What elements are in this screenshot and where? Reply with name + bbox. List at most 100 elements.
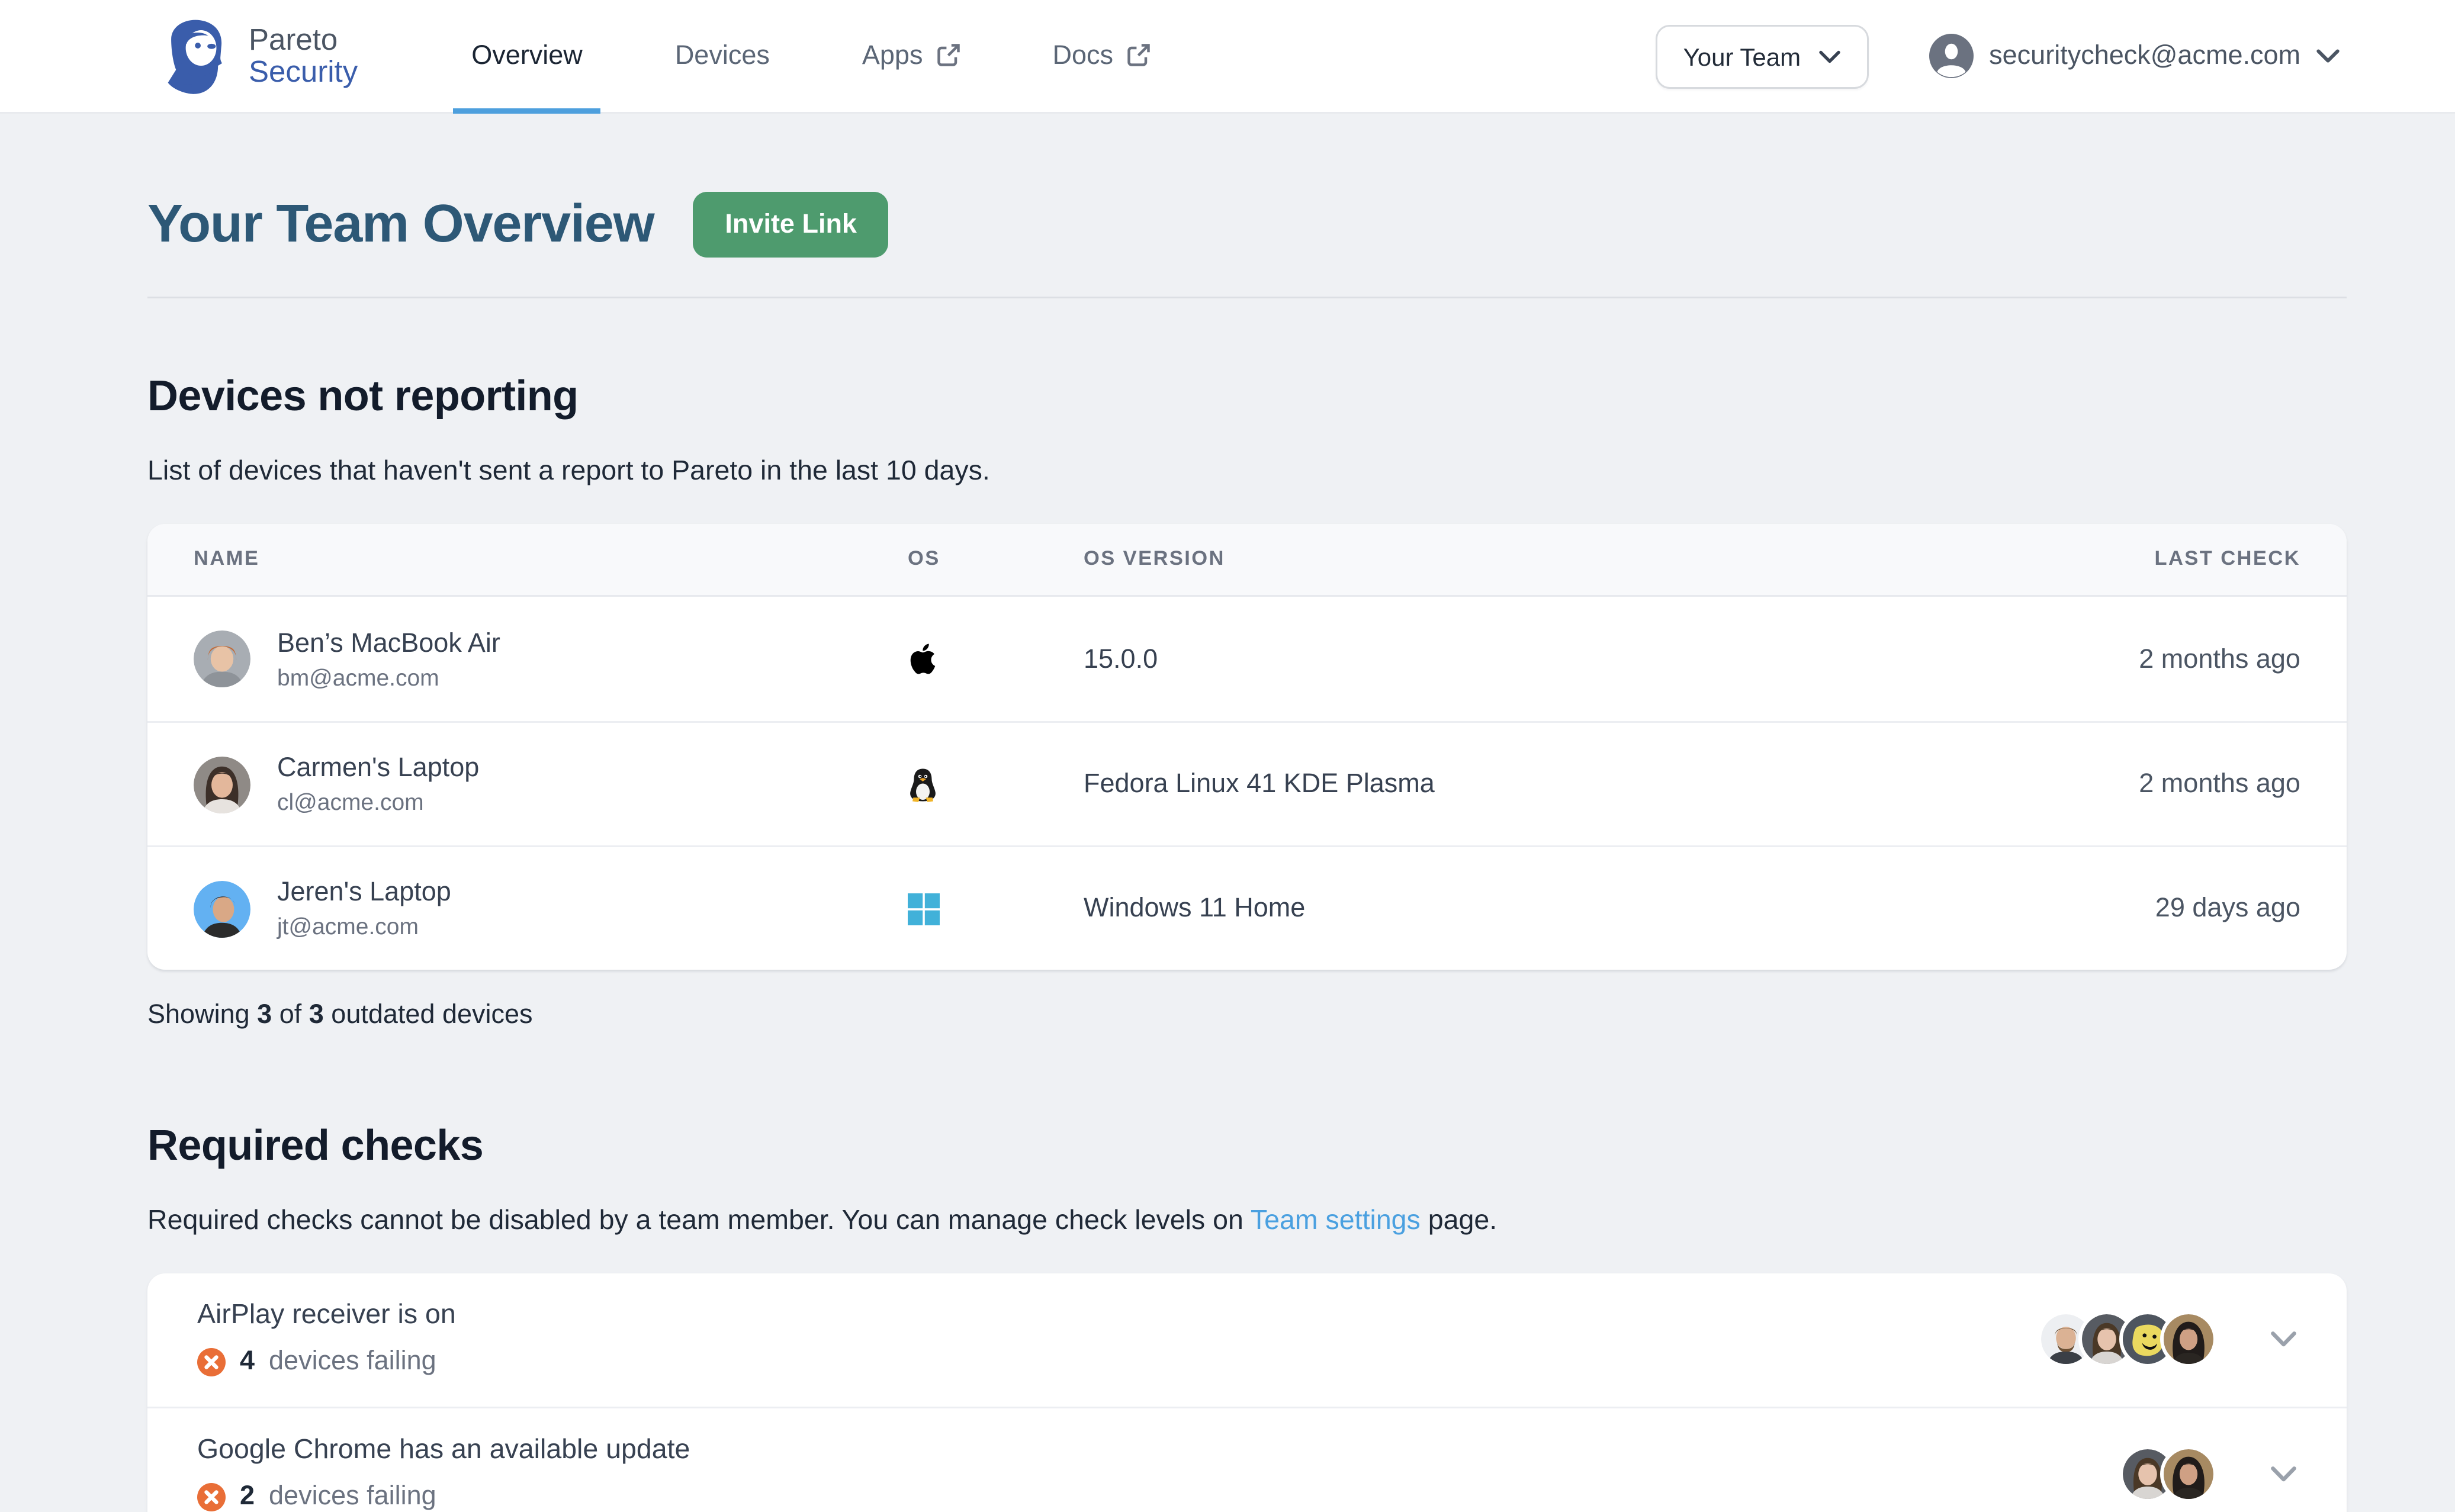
tab-docs[interactable]: Docs [1049,0,1155,113]
summary-text: Showing [147,1000,257,1030]
failing-count: 2 [240,1481,255,1511]
primary-nav: Overview Devices Apps Docs [468,0,1154,113]
device-owner-email: bm@acme.com [277,664,500,690]
device-name: Ben’s MacBook Air [277,628,500,658]
check-info: AirPlay receiver is on 4 devices failing [197,1300,456,1376]
devices-section-description: List of devices that haven't sent a repo… [147,456,2347,488]
os-cell [908,641,1084,677]
os-version: Fedora Linux 41 KDE Plasma [1084,769,1919,799]
tab-overview-label: Overview [471,41,583,71]
page-header: Your Team Overview Invite Link [147,192,2347,258]
brand-name-line1: Pareto [249,24,358,56]
member-avatar [2160,1445,2217,1502]
pareto-mascot-icon [160,15,231,97]
os-cell [908,767,1084,802]
tab-apps-label: Apps [862,41,923,71]
failing-count: 4 [240,1346,255,1376]
tab-docs-label: Docs [1053,41,1114,71]
failing-members-avatars [2038,1310,2217,1367]
apple-os-icon [908,641,938,677]
failing-label: devices failing [269,1346,436,1376]
device-owner-email: cl@acme.com [277,789,479,815]
devices-section-heading: Devices not reporting [147,373,2347,423]
device-owner-avatar [194,630,250,687]
device-name: Carmen's Laptop [277,753,479,783]
os-version: Windows 11 Home [1084,893,1919,924]
last-check: 2 months ago [1919,644,2300,674]
team-settings-link[interactable]: Team settings [1251,1206,1421,1236]
linux-tux-icon [908,767,938,802]
account-menu[interactable]: securitycheck@acme.com [1929,34,2340,78]
devices-table: NAME OS OS VERSION LAST CHECK Ben’s MacB… [147,524,2347,970]
expand-check-chevron-icon[interactable] [2270,1465,2297,1482]
device-name-cell: Carmen's Laptop cl@acme.com [194,753,908,815]
team-selector-button[interactable]: Your Team [1655,24,1869,88]
team-selector-label: Your Team [1683,42,1801,70]
brand-name-line2: Security [249,56,358,88]
tab-devices[interactable]: Devices [671,0,773,113]
device-owner-avatar [194,756,250,813]
chevron-down-icon [1818,49,1840,63]
device-row[interactable]: Ben’s MacBook Air bm@acme.com 15.0.0 2 m… [147,597,2347,721]
os-cell [908,893,1084,925]
check-row-right [2038,1310,2297,1367]
column-header-name: NAME [194,549,908,570]
check-title: Google Chrome has an available update [197,1435,690,1467]
check-title: AirPlay receiver is on [197,1300,456,1332]
external-link-icon [936,42,960,67]
top-navigation-bar: Pareto Security Overview Devices Apps Do… [0,0,2455,114]
device-name-cell: Ben’s MacBook Air bm@acme.com [194,628,908,690]
checks-section-description: Required checks cannot be disabled by a … [147,1206,2347,1238]
devices-summary: Showing 3 of 3 outdated devices [147,1000,2347,1030]
checks-description-text: Required checks cannot be disabled by a … [147,1206,1251,1236]
header-divider [147,297,2347,298]
required-checks-list: AirPlay receiver is on 4 devices failing [147,1273,2347,1512]
tab-apps[interactable]: Apps [859,0,964,113]
device-row[interactable]: Carmen's Laptop cl@acme.com [147,721,2347,845]
user-circle-icon [1929,34,1973,78]
error-x-icon [197,1482,226,1511]
summary-text: outdated devices [324,1000,533,1030]
check-row[interactable]: AirPlay receiver is on 4 devices failing [147,1273,2347,1407]
check-status: 2 devices failing [197,1481,690,1511]
failing-label: devices failing [269,1481,436,1511]
windows-os-icon [908,893,940,925]
device-name-cell: Jeren's Laptop jt@acme.com [194,877,908,940]
summary-total-count: 3 [309,1000,324,1030]
chevron-down-icon [2316,48,2340,64]
check-info: Google Chrome has an available update 2 … [197,1435,690,1511]
column-header-last-check: LAST CHECK [1919,549,2300,570]
expand-check-chevron-icon[interactable] [2270,1330,2297,1347]
brand-wordmark: Pareto Security [249,24,358,88]
tab-overview[interactable]: Overview [468,0,586,113]
device-owner-avatar [194,880,250,937]
check-status: 4 devices failing [197,1346,456,1376]
page-title: Your Team Overview [147,195,654,255]
check-row-right [2119,1445,2297,1502]
summary-shown-count: 3 [257,1000,272,1030]
device-name: Jeren's Laptop [277,877,451,908]
tab-devices-label: Devices [675,41,770,71]
devices-table-header: NAME OS OS VERSION LAST CHECK [147,524,2347,597]
os-version: 15.0.0 [1084,644,1919,674]
error-x-icon [197,1347,226,1376]
last-check: 29 days ago [1919,893,2300,924]
column-header-os: OS [908,549,1084,570]
device-owner-email: jt@acme.com [277,913,451,940]
column-header-os-version: OS VERSION [1084,549,1919,570]
member-avatar [2160,1310,2217,1367]
summary-text: of [272,1000,309,1030]
last-check: 2 months ago [1919,769,2300,799]
failing-members-avatars [2119,1445,2217,1502]
external-link-icon [1126,42,1151,67]
topbar-right: Your Team securitycheck@acme.com [1655,24,2340,88]
brand-logo[interactable]: Pareto Security [160,15,358,97]
checks-section-heading: Required checks [147,1122,2347,1172]
checks-description-text: page. [1421,1206,1497,1236]
app-viewport: Pareto Security Overview Devices Apps Do… [0,0,2455,1512]
account-email: securitycheck@acme.com [1989,41,2300,71]
device-row[interactable]: Jeren's Laptop jt@acme.com Windows 11 Ho… [147,845,2347,970]
invite-link-button[interactable]: Invite Link [693,192,889,258]
main-content: Your Team Overview Invite Link Devices n… [0,114,2455,1512]
check-row[interactable]: Google Chrome has an available update 2 … [147,1407,2347,1512]
